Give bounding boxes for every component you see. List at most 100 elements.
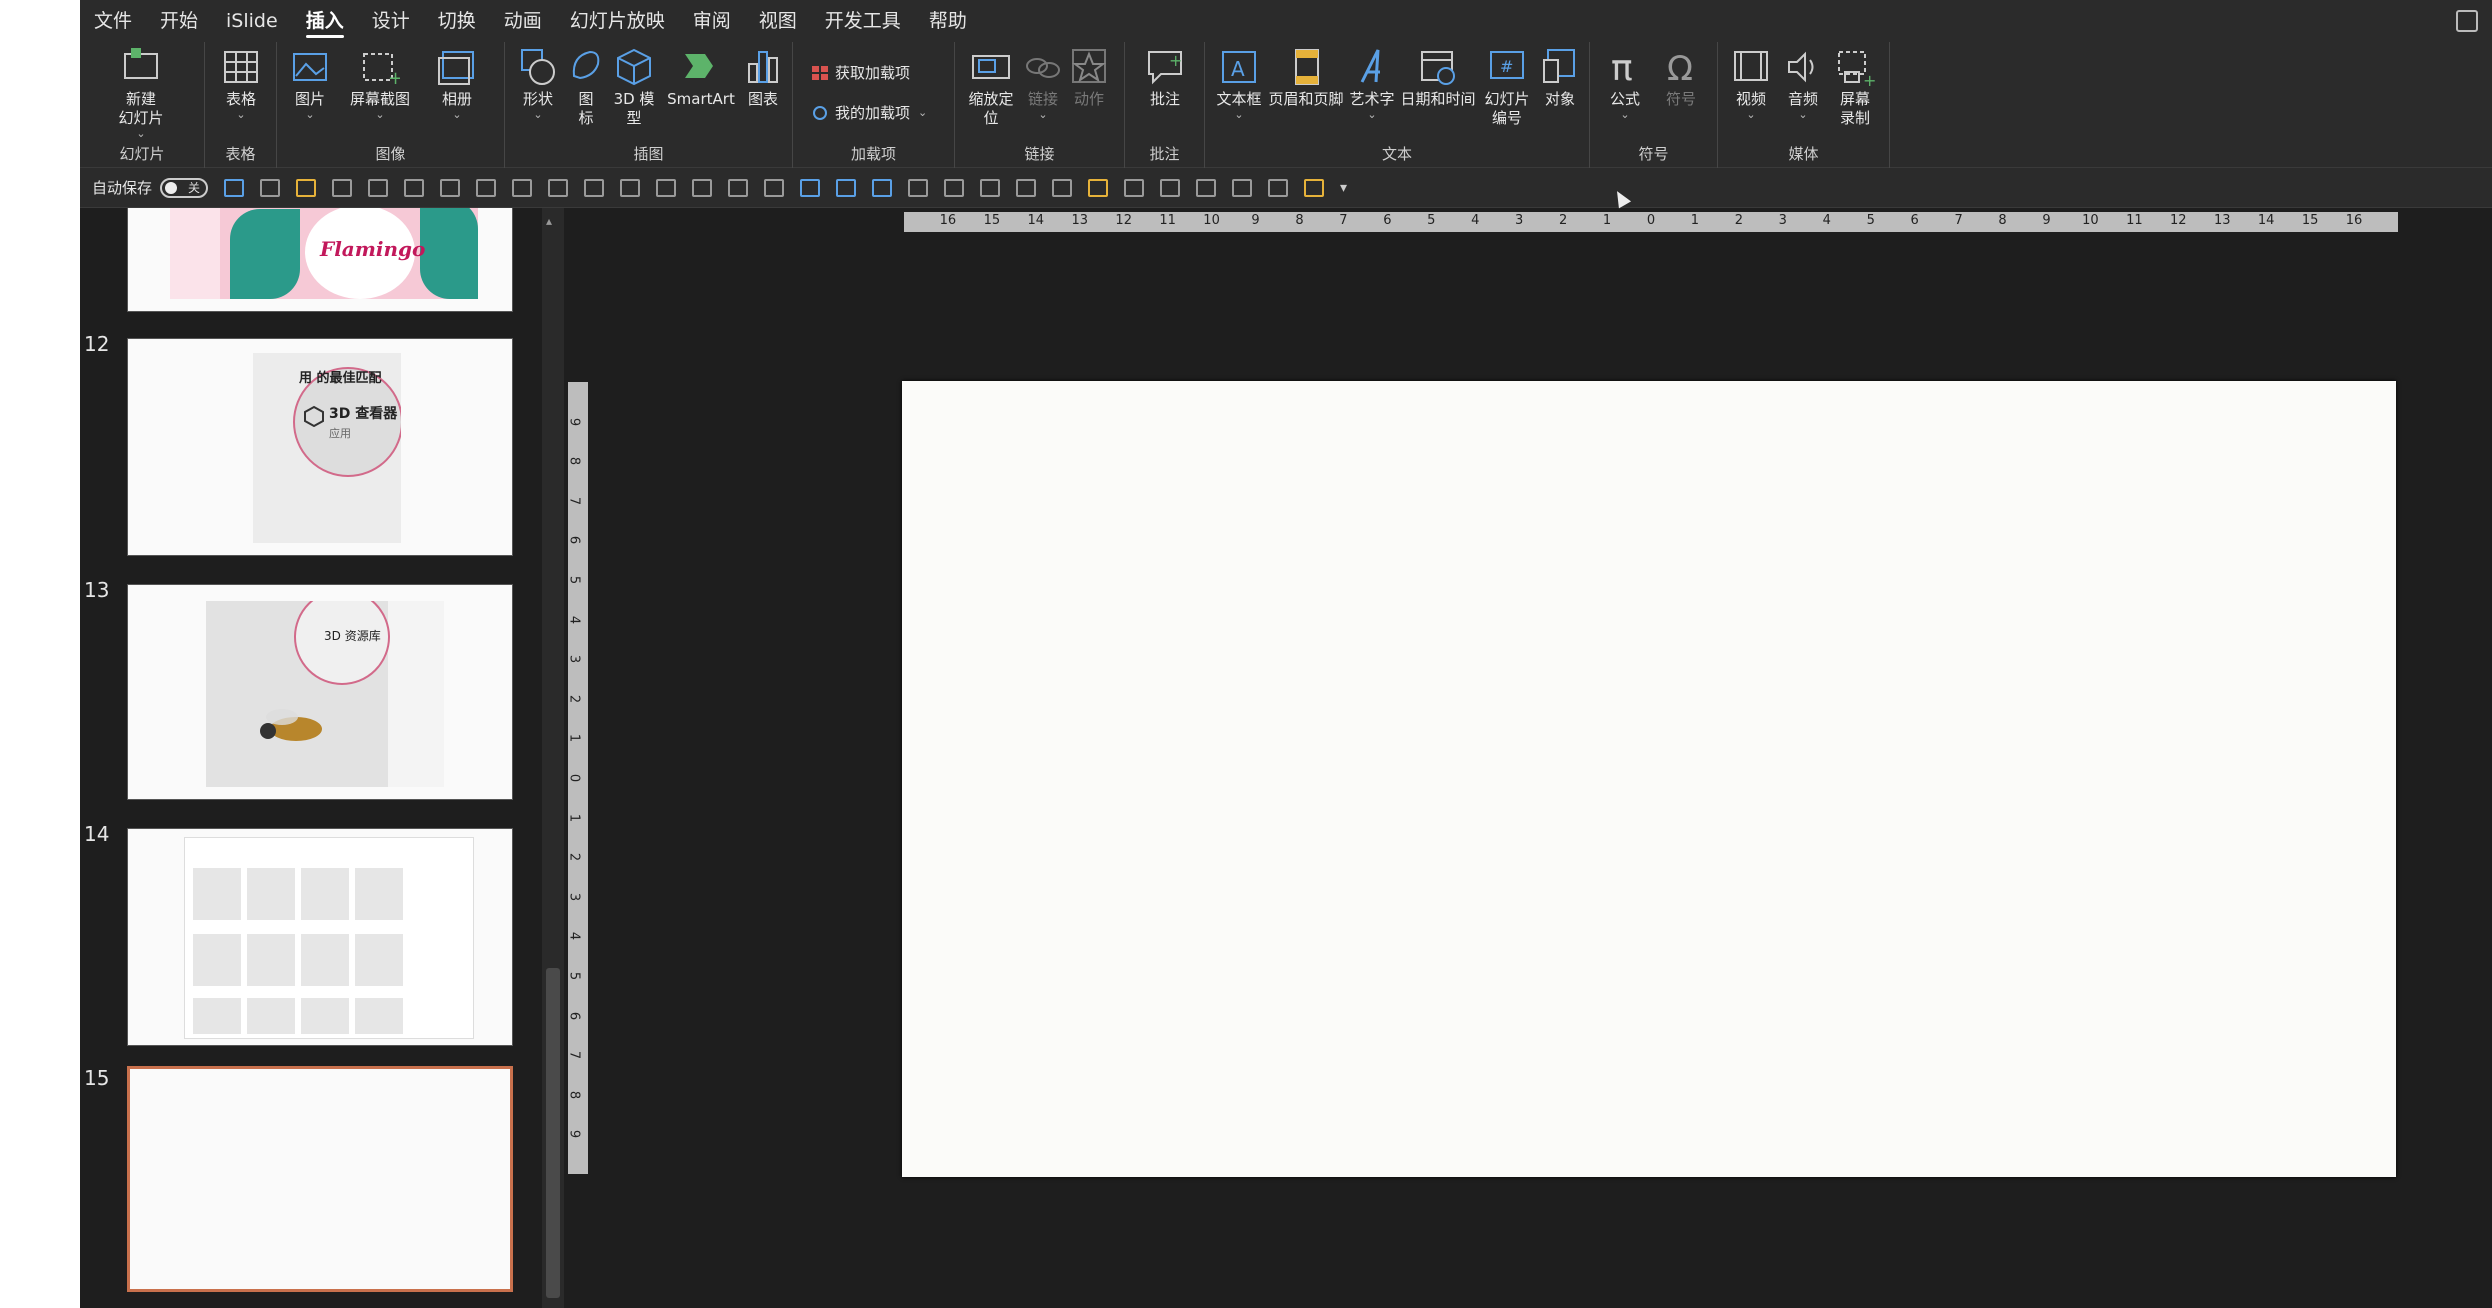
datetime-button[interactable]: 日期和时间 (1399, 46, 1477, 109)
qat-format-icon[interactable] (332, 178, 353, 197)
slide-thumbnail-12[interactable]: 用 的最佳匹配 3D 查看器 应用 (127, 338, 513, 556)
qat-align-right-icon[interactable] (548, 178, 569, 197)
scrollbar-thumb[interactable] (546, 968, 560, 1298)
tab-animations[interactable]: 动画 (490, 0, 556, 42)
icons-button[interactable]: 图 标 (571, 46, 601, 128)
qat-ungroup-icon[interactable] (476, 178, 497, 197)
screenshot-button[interactable]: + 屏幕截图 ⌄ (341, 46, 419, 121)
slide11-leaf-left (230, 209, 300, 299)
symbol-button[interactable]: Ω 符号 (1656, 46, 1706, 109)
slide-thumbnail-11[interactable]: Flamingo (127, 208, 513, 312)
autosave-state: 关 (188, 181, 201, 195)
zoom-button[interactable]: 缩放定 位 (963, 46, 1019, 128)
tab-home[interactable]: 开始 (146, 0, 212, 42)
qat-format-painter-icon[interactable] (1088, 178, 1109, 197)
audio-button[interactable]: 音频 ⌄ (1778, 46, 1828, 121)
video-button[interactable]: 视频 ⌄ (1726, 46, 1776, 121)
ruler-tick: 8 (1998, 213, 2007, 228)
qat-selection-icon[interactable] (1304, 178, 1325, 197)
ruler-tick: 0 (568, 773, 582, 783)
tab-file[interactable]: 文件 (80, 0, 146, 42)
new-slide-button[interactable]: 新建 幻灯片 ⌄ (88, 46, 194, 140)
qat-slide-icon[interactable] (224, 178, 245, 197)
album-button[interactable]: 相册 ⌄ (427, 46, 487, 121)
slide11-leaf-right (420, 208, 478, 299)
action-button[interactable]: 动作 (1067, 46, 1111, 109)
tab-transitions[interactable]: 切换 (424, 0, 490, 42)
qat-draw-icon[interactable] (1196, 178, 1217, 197)
link-button[interactable]: 链接 ⌄ (1021, 46, 1065, 121)
qat-font-color-icon[interactable] (944, 178, 965, 197)
qat-animation-icon[interactable] (1124, 178, 1145, 197)
comment-button[interactable]: + 批注 (1137, 46, 1193, 109)
tab-review[interactable]: 审阅 (679, 0, 745, 42)
get-addins-button[interactable]: 获取加载项 (811, 62, 910, 83)
chart-button[interactable]: 图表 (741, 46, 785, 109)
qat-distribute-h-icon[interactable] (692, 178, 713, 197)
qat-shape-fill-icon[interactable] (1160, 178, 1181, 197)
group-label-symbols: 符号 (1638, 145, 1669, 163)
table-button[interactable]: 表格 ⌄ (219, 46, 263, 121)
slide12-text1: 用 的最佳匹配 (299, 371, 382, 386)
qat-align-bottom-icon[interactable] (584, 178, 605, 197)
slide-thumbnail-13[interactable]: 3D 资源库 (127, 584, 513, 800)
tab-insert[interactable]: 插入 (292, 0, 358, 42)
header-footer-button[interactable]: 页眉和页脚 (1267, 46, 1345, 109)
3d-model-button[interactable]: 3D 模 型 (609, 46, 659, 128)
ruler-tick: 6 (568, 1011, 582, 1020)
qat-color-icon[interactable] (296, 178, 317, 197)
tab-islide[interactable]: iSlide (212, 0, 292, 42)
qat-crop-icon[interactable] (1232, 178, 1253, 197)
ruler-tick: 16 (2345, 213, 2363, 228)
tab-slideshow[interactable]: 幻灯片放映 (556, 0, 679, 42)
scroll-up-icon[interactable]: ▴ (546, 214, 552, 228)
shapes-button[interactable]: 形状 ⌄ (513, 46, 563, 121)
qat-send-backward-icon[interactable] (404, 178, 425, 197)
qat-picture-icon[interactable] (800, 178, 821, 197)
group-label-slides: 幻灯片 (119, 145, 165, 163)
group-label-tables: 表格 (225, 145, 256, 163)
object-button[interactable]: 对象 (1537, 46, 1583, 109)
my-addins-button[interactable]: 我的加载项 ⌄ (811, 102, 927, 123)
qat-merge-shapes-icon[interactable] (908, 178, 929, 197)
qat-layout-icon[interactable] (260, 178, 281, 197)
share-icon[interactable] (2456, 10, 2478, 32)
tab-developer[interactable]: 开发工具 (811, 0, 915, 42)
qat-customize-icon[interactable]: ▾ (1340, 180, 1347, 196)
qat-eraser-icon[interactable] (1052, 178, 1073, 197)
slide-number-button[interactable]: # 幻灯片 编号 (1479, 46, 1535, 128)
qat-guides-icon[interactable] (1268, 178, 1289, 197)
tab-view[interactable]: 视图 (745, 0, 811, 42)
thumbnail-scrollbar[interactable]: ▴ (542, 208, 564, 1308)
screen-record-button[interactable]: + 屏幕 录制 (1830, 46, 1880, 128)
qat-align-center-icon[interactable] (656, 178, 677, 197)
wordart-button[interactable]: 艺术字 ⌄ (1347, 46, 1397, 121)
autosave-toggle[interactable]: 关 (160, 177, 209, 198)
slide-thumbnail-15[interactable] (127, 1066, 513, 1292)
horizontal-ruler[interactable]: 16 15 14 13 12 11 10 9 8 7 6 5 4 3 2 1 0 1 2 3 4 5 6 7 8 9 10 11 12 1… (904, 212, 2398, 232)
ruler-tick: 15 (983, 213, 1001, 228)
equation-button[interactable]: π 公式 ⌄ (1600, 46, 1650, 121)
ruler-tick: 4 (1471, 213, 1480, 228)
slide-thumbnail-14[interactable] (127, 828, 513, 1046)
qat-shapes-icon[interactable] (872, 178, 893, 197)
slide-canvas[interactable] (902, 381, 2396, 1177)
picture-button[interactable]: 图片 ⌄ (285, 46, 335, 121)
object-label: 对象 (1544, 90, 1575, 108)
textbox-button[interactable]: A 文本框 ⌄ (1213, 46, 1265, 121)
ruler-tick: 8 (568, 457, 582, 466)
qat-align-top-icon[interactable] (512, 178, 533, 197)
qat-distribute-v-icon[interactable] (728, 178, 749, 197)
qat-align-left-icon[interactable] (620, 178, 641, 197)
qat-fill-icon[interactable] (980, 178, 1001, 197)
qat-group-icon[interactable] (440, 178, 461, 197)
smartart-button[interactable]: SmartArt (665, 46, 737, 109)
tab-help[interactable]: 帮助 (915, 0, 981, 42)
qat-textbox-icon[interactable] (836, 178, 857, 197)
qat-bring-forward-icon[interactable] (368, 178, 389, 197)
vertical-ruler[interactable]: 9 8 7 6 5 4 3 2 1 0 1 2 3 4 5 6 7 8 9 (568, 382, 588, 1174)
tab-design[interactable]: 设计 (358, 0, 424, 42)
group-symbols: π 公式 ⌄ Ω 符号 符号 (1590, 42, 1718, 168)
qat-outline-icon[interactable] (1016, 178, 1037, 197)
qat-align-middle-icon[interactable] (764, 178, 785, 197)
